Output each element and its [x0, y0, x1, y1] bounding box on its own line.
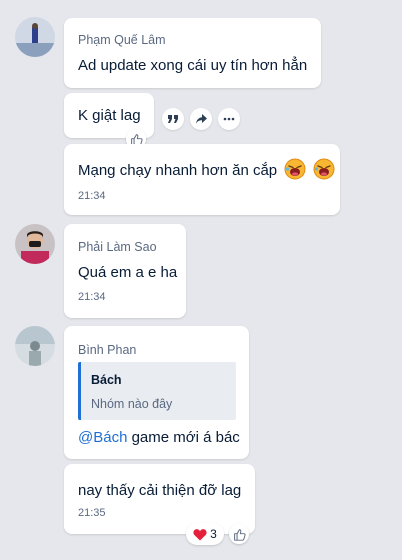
message-text: Mạng chạy nhanh hơn ăn cắp	[78, 158, 335, 180]
message-text: K giật lag	[78, 107, 141, 124]
quoted-message[interactable]: Bách Nhóm nào đây	[78, 362, 236, 420]
avatar-binh-phan[interactable]	[15, 326, 55, 366]
message-text: Ad update xong cái uy tín hơn hẳn	[78, 57, 308, 74]
thumbs-up-icon	[233, 528, 246, 541]
message-time: 21:35	[78, 507, 106, 519]
like-button[interactable]	[229, 524, 249, 544]
message-text: @Bách game mới á bác	[78, 429, 240, 446]
quoted-text: Nhóm nào đây	[91, 397, 173, 411]
quote-button[interactable]	[162, 108, 184, 130]
laughing-face-icon	[313, 158, 334, 180]
mention-link[interactable]: @Bách	[78, 429, 127, 446]
message-text-content: Mạng chạy nhanh hơn ăn cắp	[78, 162, 278, 179]
reaction-summary[interactable]: 3	[186, 523, 224, 545]
quote-icon	[168, 115, 178, 123]
sender-name: Phải Làm Sao	[78, 240, 157, 254]
message-time: 21:34	[78, 190, 106, 202]
sender-name: Bình Phan	[78, 343, 137, 357]
sender-name: Phạm Quế Lâm	[78, 33, 166, 47]
message-text: nay thấy cải thiện đỡ lag	[78, 482, 242, 499]
message-bubble[interactable]: Phạm Quế Lâm Ad update xong cái uy tín h…	[64, 18, 321, 88]
heart-icon	[193, 528, 207, 540]
message-bubble[interactable]: Mạng chạy nhanh hơn ăn cắp 21:34	[64, 144, 340, 215]
message-bubble[interactable]: Bình Phan Bách Nhóm nào đây @Bách game m…	[64, 326, 249, 459]
message-bubble[interactable]: Phải Làm Sao Quá em a e ha 21:34	[64, 224, 186, 318]
message-time: 21:34	[78, 291, 106, 303]
more-icon	[223, 117, 235, 121]
message-bubble[interactable]: nay thấy cải thiện đỡ lag 21:35	[64, 464, 255, 534]
avatar-pham-que-lam[interactable]	[15, 17, 55, 57]
avatar-phai-lam-sao[interactable]	[15, 224, 55, 264]
more-options-button[interactable]	[218, 108, 240, 130]
message-text: Quá em a e ha	[78, 264, 178, 281]
laughing-face-icon	[284, 158, 306, 180]
reaction-count: 3	[210, 527, 217, 541]
message-text-content: game mới á bác	[127, 429, 240, 446]
share-button[interactable]	[190, 108, 212, 130]
share-icon	[195, 114, 207, 124]
quoted-sender: Bách	[91, 373, 122, 387]
